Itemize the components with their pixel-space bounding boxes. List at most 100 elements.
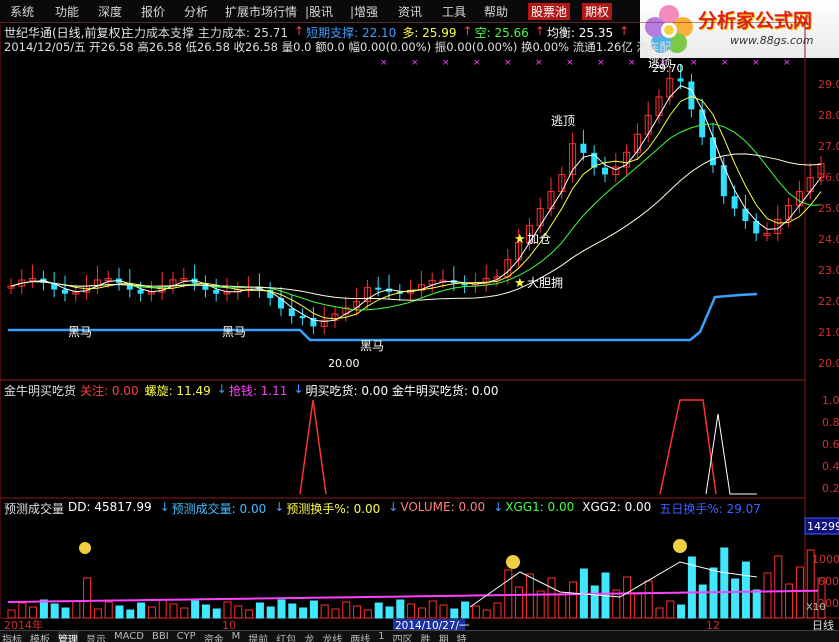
candle-down	[731, 196, 738, 209]
menu-stock-pool[interactable]: 股票池	[528, 3, 571, 20]
heima-label-2: 黑马	[222, 325, 246, 339]
price-tick: 23.0	[818, 264, 839, 277]
volume-bar	[471, 605, 480, 619]
indicator-panel-frame	[0, 379, 806, 499]
bottom-tab[interactable]: 四区	[393, 631, 413, 642]
indicator-tick: 1.0	[822, 394, 839, 407]
indicator-tick: 0.2	[822, 482, 839, 495]
volume-bar	[590, 585, 599, 619]
candle-down	[213, 289, 220, 294]
moving-average-line	[10, 123, 822, 311]
volume-bar	[720, 547, 729, 619]
volume-bar	[18, 602, 27, 619]
bottom-tab[interactable]: 提前	[248, 631, 268, 642]
date-month-12: 12	[706, 619, 720, 630]
volume-bar	[407, 603, 416, 619]
menu-depth[interactable]: 深度	[98, 3, 122, 20]
bottom-tab[interactable]: 龙	[304, 631, 314, 642]
candle-down	[677, 78, 684, 82]
bottom-tab[interactable]: M	[232, 631, 241, 642]
volume-bar	[93, 608, 102, 619]
volume-bar	[363, 609, 372, 619]
indicator-axis: 1.0 0.8 0.6 0.4 0.2	[822, 394, 839, 495]
menu-function[interactable]: 功能	[55, 3, 79, 20]
taoding-label-2: 逃顶	[648, 56, 672, 70]
volume-bar	[666, 600, 675, 619]
marker-cross: ×	[597, 58, 605, 68]
volume-bar	[396, 599, 405, 619]
volume-bar	[569, 581, 578, 619]
price-tick: 22.0	[818, 295, 839, 308]
volume-bar	[687, 556, 696, 619]
bottom-tab[interactable]: 两线	[350, 631, 370, 642]
candle-down	[299, 316, 306, 319]
volume-bar	[201, 604, 210, 619]
menu-quote[interactable]: 报价	[141, 3, 165, 20]
volume-bar	[7, 609, 16, 619]
volume-bar	[655, 607, 664, 619]
bottom-tab[interactable]: 龙线	[322, 631, 342, 642]
marker-cross: ×	[380, 58, 388, 68]
bottom-tab[interactable]: 1	[378, 631, 384, 642]
menu-system[interactable]: 系统	[10, 3, 34, 20]
bottom-tab[interactable]: CYP	[177, 631, 196, 642]
volume-bar	[277, 599, 286, 619]
menu-enhance[interactable]: |增强	[350, 3, 378, 20]
stock-chart[interactable]: × × × × × × × × × × × × × × 黑马 黑马 黑马 20.00 29.70 加仓 大…	[0, 22, 839, 630]
volume-bar	[547, 577, 556, 619]
volume-bar	[255, 602, 264, 619]
bottom-tab[interactable]: 显示	[86, 631, 106, 642]
candle-down	[278, 298, 284, 309]
volume-tick: 600	[818, 575, 839, 588]
date-month-10: 10	[222, 619, 236, 630]
menu-analysis[interactable]: 分析	[184, 3, 208, 20]
bottom-tab[interactable]: 模板	[30, 631, 50, 642]
marker-cross: ×	[783, 58, 791, 68]
candle-down	[62, 289, 68, 294]
volume-bar	[50, 603, 59, 619]
bottom-tab[interactable]: 资金	[204, 631, 224, 642]
bottom-tab[interactable]: 指标	[2, 631, 22, 642]
volume-bar	[223, 601, 232, 619]
volume-bar	[763, 572, 772, 619]
volume-bar	[428, 600, 437, 619]
bottom-tab[interactable]: MACD	[114, 631, 144, 642]
volume-bar	[795, 566, 804, 619]
marker-cross: ×	[752, 58, 760, 68]
menu-info[interactable]: 资讯	[398, 3, 422, 20]
menu-help[interactable]: 帮助	[484, 3, 508, 20]
volume-bar	[72, 600, 81, 619]
star-icon: ★	[514, 232, 526, 247]
price-tick: 21.0	[818, 326, 839, 339]
volume-unit: X10	[806, 602, 826, 613]
volume-bar	[126, 609, 135, 619]
bottom-tab[interactable]: 特	[457, 631, 467, 642]
bottom-tab[interactable]: 胜	[421, 631, 431, 642]
volume-bar	[385, 606, 394, 619]
volume-bar	[320, 604, 329, 619]
volume-bar	[439, 604, 448, 619]
volume-bar	[180, 607, 189, 619]
menu-options[interactable]: 期权	[582, 3, 613, 20]
volume-bar	[698, 584, 707, 619]
price-tick: 26.0	[818, 171, 839, 184]
volume-bar	[623, 576, 632, 619]
bottom-tab[interactable]: BBI	[152, 631, 169, 642]
low-price-label: 20.00	[328, 357, 360, 370]
period-label[interactable]: 日线	[812, 618, 834, 630]
menu-tools[interactable]: 工具	[442, 3, 466, 20]
menu-stock-news[interactable]: |股讯	[305, 3, 333, 20]
menu-extended-market[interactable]: 扩展市场行情	[225, 3, 297, 20]
smiley-icon	[673, 539, 687, 553]
indicator-tick: 0.4	[822, 460, 839, 473]
price-tick: 29.0	[818, 78, 839, 91]
bottom-tab[interactable]: 红包	[276, 631, 296, 642]
volume-bar	[353, 605, 362, 619]
marker-cross: ×	[473, 58, 481, 68]
bottom-tab[interactable]: 管理	[58, 631, 78, 642]
volume-tick: 1000	[812, 553, 839, 566]
date-year: 2014年	[4, 618, 43, 630]
bottom-tab[interactable]: 期	[439, 631, 449, 642]
candle-down	[375, 287, 382, 290]
volume-bar	[83, 577, 92, 619]
